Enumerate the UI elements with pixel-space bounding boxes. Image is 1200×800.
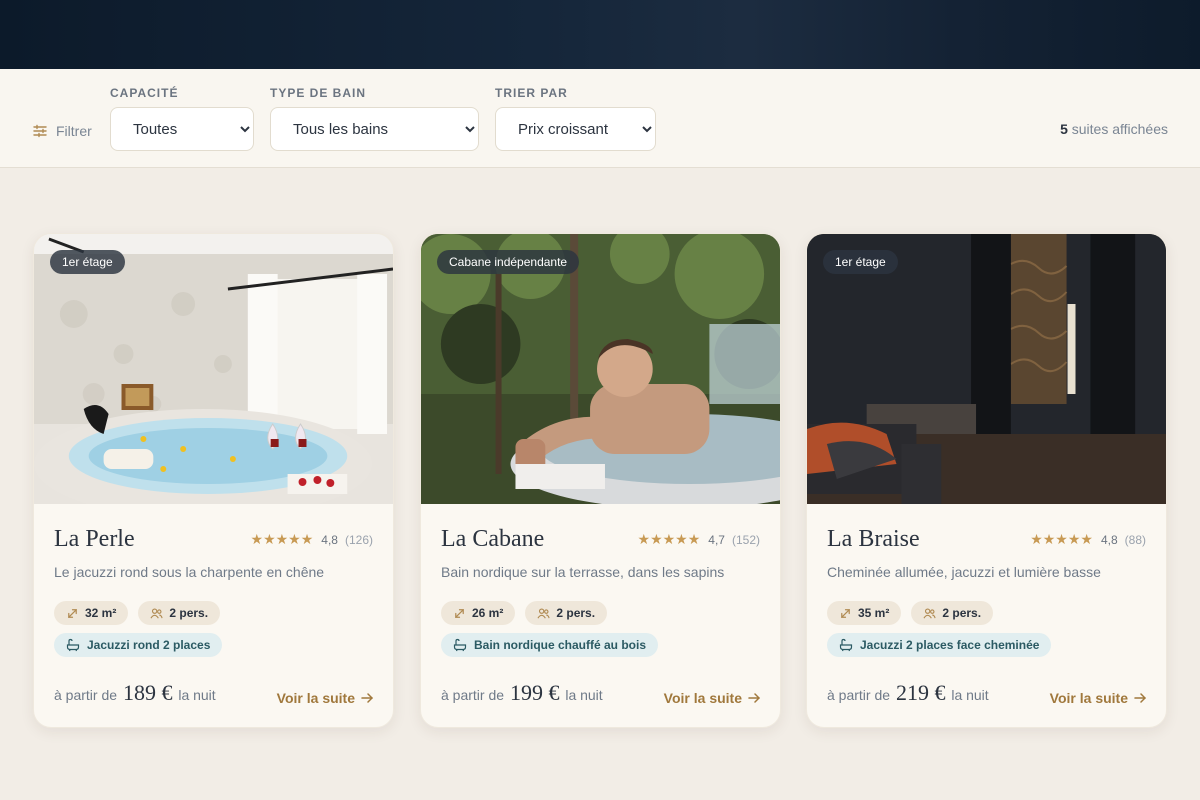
suite-price: à partir de 219 € la nuit [827,680,989,706]
price-amount: 199 € [509,680,560,705]
view-suite-label: Voir la suite [663,690,742,706]
price-amount: 189 € [122,680,173,705]
expand-arrows-icon [841,608,850,618]
suite-rating: ★★★★★ 4,8 (126) [251,531,373,548]
review-count: (126) [344,532,373,547]
suite-price: à partir de 199 € la nuit [441,680,603,706]
suite-description: Cheminée allumée, jacuzzi et lumière bas… [827,564,1101,580]
suite-photo: Cabane indépendante [421,234,780,504]
bathtub-icon [66,638,80,652]
bathtub-icon [839,638,853,652]
suite-card[interactable]: Cabane indépendante La Cabane ★★★★★ 4,7 … [420,233,781,728]
suite-name: La Braise [827,526,920,552]
price-prefix: à partir de [827,687,891,703]
area-value: 32 m² [85,606,117,620]
bath-type-chip: Jacuzzi 2 places face cheminée [827,633,1052,657]
sliders-icon [33,124,47,138]
sort-label: TRIER PAR [495,86,568,100]
capacity-select[interactable]: Toutes [110,107,254,151]
sort-select[interactable]: Prix croissant [495,107,656,151]
review-count: (88) [1124,532,1146,547]
guests-chip: 2 pers. [138,601,221,625]
star-rating-icon: ★★★★★ [637,531,701,547]
view-suite-link[interactable]: Voir la suite [1050,690,1146,706]
results-count: 5 suites affichées [1060,121,1168,137]
area-chip: 35 m² [827,601,902,625]
sort-filter: TRIER PAR Prix croissant [495,86,656,151]
suite-location-badge: Cabane indépendante [437,250,580,274]
rating-score: 4,7 [708,532,725,547]
area-value: 26 m² [472,606,504,620]
suite-card[interactable]: 1er étage La Braise ★★★★★ 4,8 (88) Chemi… [806,233,1167,728]
area-chip: 26 m² [441,601,516,625]
suite-location-badge: 1er étage [50,250,125,274]
suite-description: Le jacuzzi rond sous la charpente en chê… [54,564,325,580]
bath-type-value: Jacuzzi rond 2 places [87,638,211,652]
hero-banner [0,0,1200,69]
expand-arrows-icon [455,608,464,618]
view-suite-label: Voir la suite [276,690,355,706]
bath-type-filter: TYPE DE BAIN Tous les bains [270,86,479,151]
star-rating-icon: ★★★★★ [250,531,314,547]
suite-price: à partir de 189 € la nuit [54,680,216,706]
guests-value: 2 pers. [169,606,209,620]
view-suite-label: Voir la suite [1049,690,1128,706]
guests-chip: 2 pers. [525,601,608,625]
suite-description: Bain nordique sur la terrasse, dans les … [441,564,725,580]
bath-type-chip: Bain nordique chauffé au bois [441,633,659,657]
arrow-right-icon [1134,693,1146,703]
guests-value: 2 pers. [942,606,982,620]
users-icon [150,607,163,618]
suite-photo: 1er étage [807,234,1166,504]
arrow-right-icon [748,693,760,703]
filter-toggle-button[interactable]: Filtrer [32,123,92,139]
price-prefix: à partir de [441,687,505,703]
results-count-number: 5 [1060,121,1068,137]
rating-score: 4,8 [1100,532,1118,547]
price-suffix: la nuit [951,687,989,703]
area-chip: 32 m² [54,601,129,625]
review-count: (152) [731,532,760,547]
suite-name: La Perle [54,526,135,552]
price-prefix: à partir de [54,687,118,703]
bath-type-chip: Jacuzzi rond 2 places [54,633,223,657]
arrow-right-icon [361,693,373,703]
suite-name: La Cabane [441,526,545,552]
guests-value: 2 pers. [556,606,596,620]
expand-arrows-icon [68,608,77,618]
area-value: 35 m² [858,606,890,620]
view-suite-link[interactable]: Voir la suite [664,690,760,706]
bath-type-value: Bain nordique chauffé au bois [474,638,647,652]
suite-photo: 1er étage [34,234,393,504]
users-icon [537,607,550,618]
rating-score: 4,8 [321,532,338,547]
suite-location-badge: 1er étage [823,250,898,274]
view-suite-link[interactable]: Voir la suite [277,690,373,706]
price-suffix: la nuit [178,687,216,703]
suite-rating: ★★★★★ 4,8 (88) [1030,531,1146,548]
bath-type-label: TYPE DE BAIN [270,86,367,100]
filter-toggle-label: Filtrer [56,123,92,139]
capacity-filter: CAPACITÉ Toutes [110,86,254,151]
suite-card[interactable]: 1er étage La Perle ★★★★★ 4,8 (126) Le ja… [33,233,394,728]
bath-type-value: Jacuzzi 2 places face cheminée [860,638,1040,652]
price-suffix: la nuit [565,687,603,703]
guests-chip: 2 pers. [911,601,994,625]
bath-type-select[interactable]: Tous les bains [270,107,479,151]
users-icon [923,607,936,618]
price-amount: 219 € [895,680,946,705]
filter-bar: Filtrer CAPACITÉ Toutes TYPE DE BAIN Tou… [0,69,1200,168]
results-count-text: suites affichées [1071,121,1168,137]
suite-rating: ★★★★★ 4,7 (152) [638,531,760,548]
capacity-label: CAPACITÉ [110,86,179,100]
bathtub-icon [453,638,467,652]
star-rating-icon: ★★★★★ [1030,531,1093,547]
